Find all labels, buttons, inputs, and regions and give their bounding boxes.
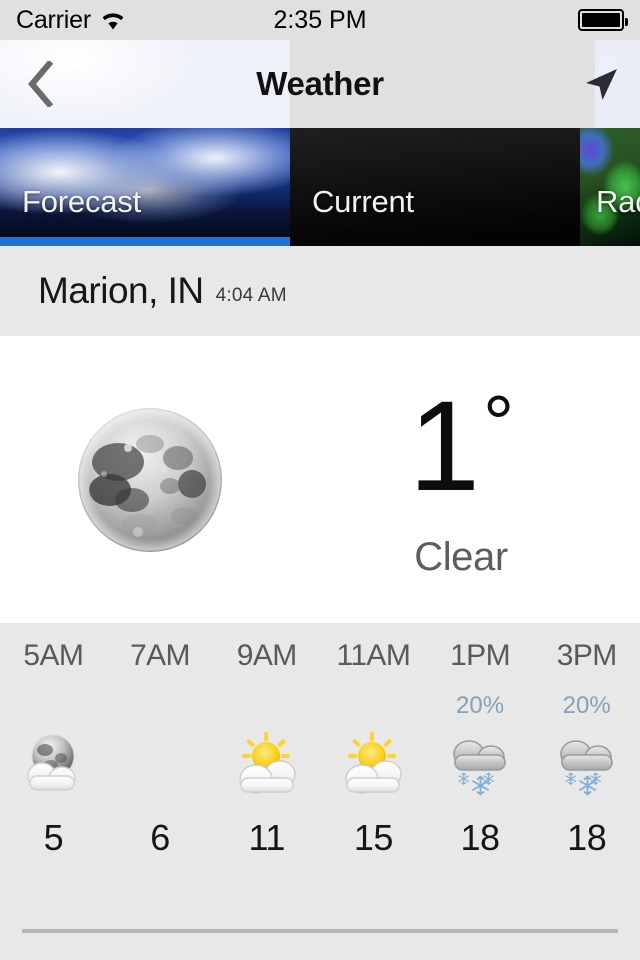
hour-label: 9AM xyxy=(236,639,297,672)
navigation-arrow-icon xyxy=(586,69,617,100)
page-title: Weather xyxy=(256,65,384,102)
battery-full-icon xyxy=(578,9,628,31)
tab-radar-label: Radar xyxy=(596,184,640,219)
tab-current[interactable]: Current xyxy=(290,128,580,246)
degree-symbol: ° xyxy=(482,379,514,467)
hourly-forecast-strip[interactable]: 5AM 5 7AM 6 9AM 11 11AM 15 1PM 20% 18 3P… xyxy=(0,623,640,859)
status-bar-right xyxy=(578,9,628,31)
current-temperature: 1 ° xyxy=(408,375,514,518)
sun-behind-cloud-icon xyxy=(345,732,403,794)
hour-temperature: 15 xyxy=(353,817,394,858)
hour-label: 5AM xyxy=(23,639,84,672)
status-bar-clock: 2:35 PM xyxy=(273,5,367,34)
hour-precip-chance: 20% xyxy=(562,692,611,719)
current-condition-icon-wrap xyxy=(0,404,300,556)
tab-forecast[interactable]: Forecast xyxy=(0,128,290,246)
hourly-item: 7AM 6 xyxy=(107,639,214,859)
current-conditions-card: 1 ° Clear xyxy=(0,336,640,623)
hourly-item: 11AM 15 xyxy=(320,639,427,859)
hour-temperature: 6 xyxy=(150,817,170,858)
navigation-bar: Weather xyxy=(0,40,640,128)
hour-weather-icon xyxy=(438,725,522,803)
hour-weather-icon xyxy=(545,725,629,803)
moon-behind-cloud-icon xyxy=(27,734,77,791)
hourly-item: 1PM 20% 18 xyxy=(427,639,534,859)
tab-current-label: Current xyxy=(312,184,414,219)
hour-label: 1PM xyxy=(450,639,510,672)
full-moon-icon xyxy=(78,407,222,552)
tab-strip: Forecast Current Radar xyxy=(0,128,640,246)
hour-weather-icon xyxy=(225,725,309,803)
hour-temperature: 5 xyxy=(43,817,64,858)
hour-weather-icon xyxy=(11,725,95,803)
hourly-item: 9AM 11 xyxy=(213,639,320,859)
current-readout: 1 ° Clear xyxy=(282,375,640,580)
hour-temperature: 11 xyxy=(248,817,285,858)
hour-label: 11AM xyxy=(336,639,411,672)
tab-forecast-label: Forecast xyxy=(22,184,141,219)
hour-temperature: 18 xyxy=(567,817,607,858)
location-local-time: 4:04 AM xyxy=(215,285,287,306)
bottom-divider xyxy=(22,929,618,933)
hour-label: 3PM xyxy=(556,639,617,672)
tab-radar[interactable]: Radar xyxy=(580,128,640,246)
current-temperature-value: 1 xyxy=(408,375,480,518)
hour-precip-chance: 20% xyxy=(456,692,505,719)
location-row[interactable]: Marion, IN 4:04 AM xyxy=(0,246,640,336)
hourly-item: 5AM 5 xyxy=(0,639,107,859)
locate-me-button[interactable] xyxy=(572,54,632,114)
weather-app-screen: Carrier 2:35 PM Weather Forecast Current… xyxy=(0,0,640,960)
hourly-item: 3PM 20% 18 xyxy=(533,639,640,859)
tab-forecast-active-indicator xyxy=(0,237,290,246)
snow-cloud-icon xyxy=(453,740,506,796)
current-condition-text: Clear xyxy=(414,535,508,579)
hour-weather-icon xyxy=(331,725,415,803)
sun-behind-cloud-icon xyxy=(238,732,296,794)
hour-label: 7AM xyxy=(130,639,190,672)
snow-cloud-icon xyxy=(559,740,613,796)
location-name: Marion, IN xyxy=(38,270,204,311)
hour-temperature: 18 xyxy=(460,817,501,858)
status-bar: Carrier 2:35 PM xyxy=(0,0,640,40)
